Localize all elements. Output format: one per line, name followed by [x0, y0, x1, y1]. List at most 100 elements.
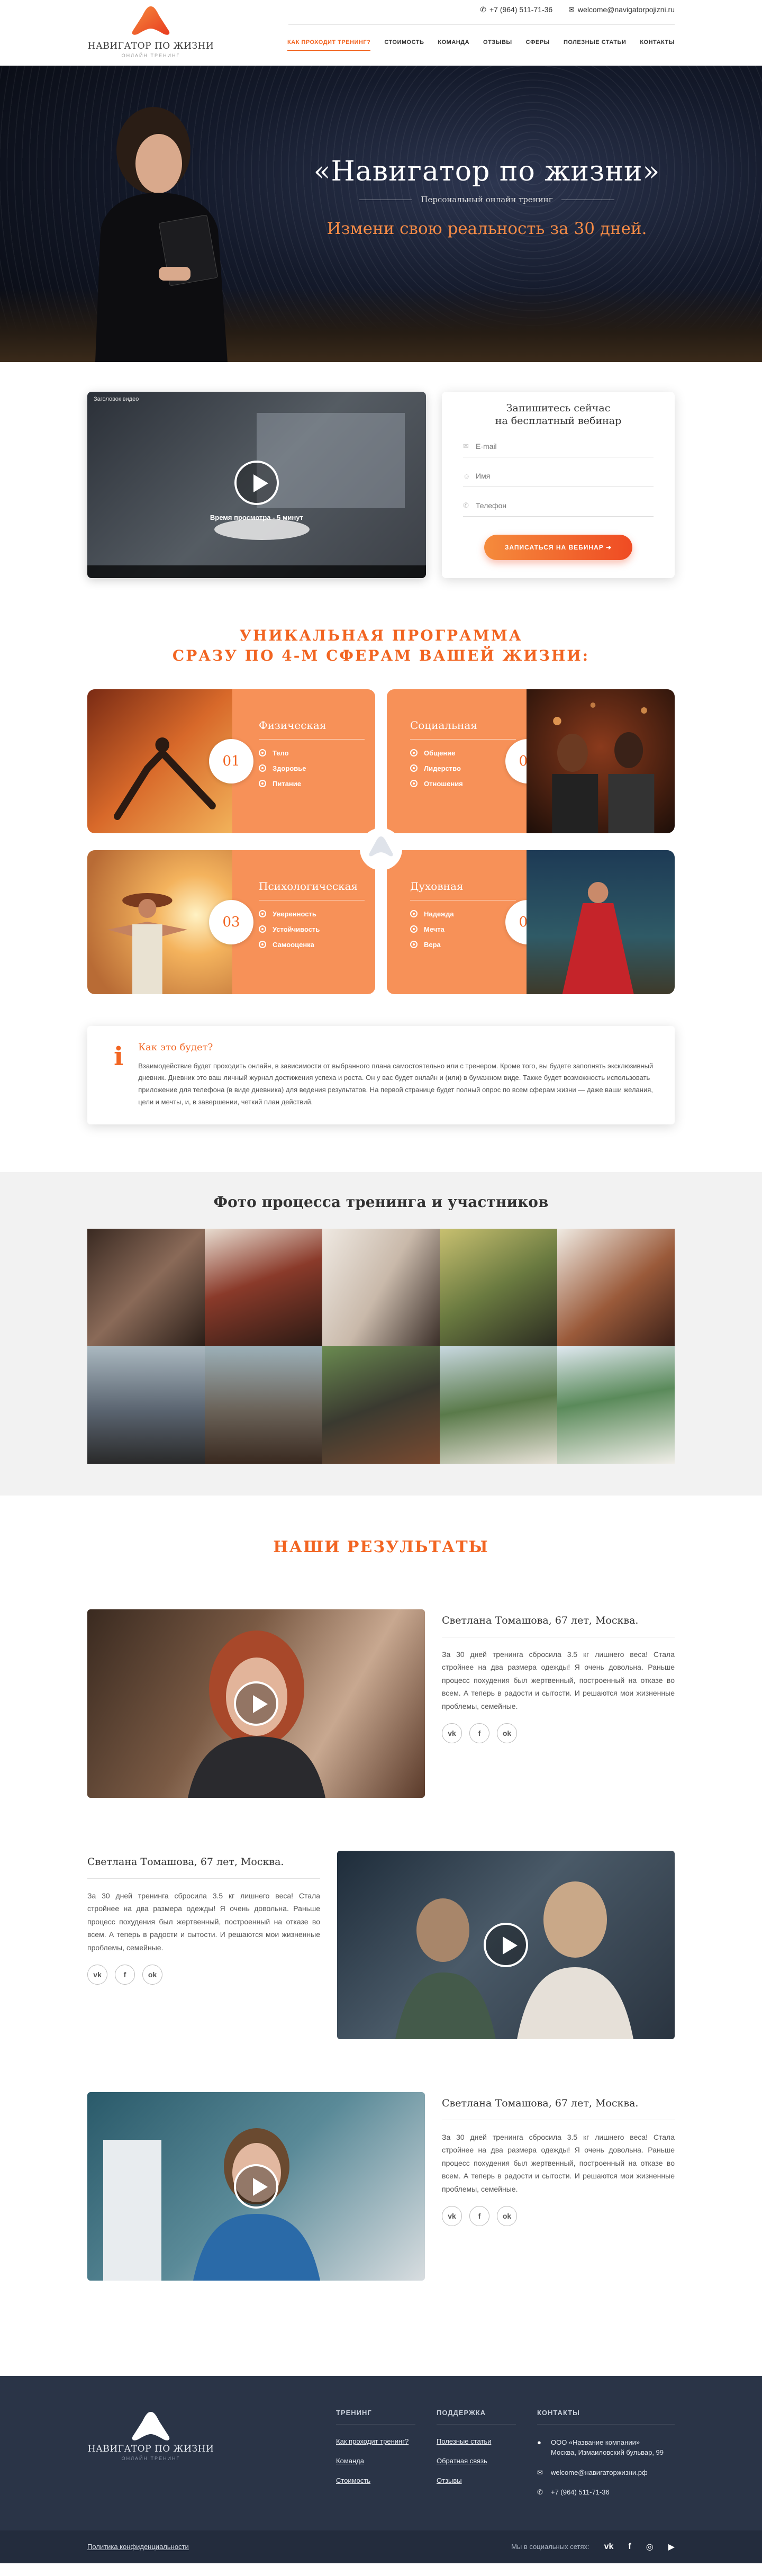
footer-link-reviews[interactable]: Отзывы: [437, 2476, 516, 2484]
mail-icon: ✉: [568, 5, 575, 14]
form-title: Запишитесь сейчас на бесплатный вебинар: [463, 402, 654, 428]
phone-input[interactable]: [476, 501, 654, 510]
footer-logo[interactable]: НАВИГАТОР ПО ЖИЗНИ онлайн тренинг: [87, 2411, 214, 2461]
gallery-photo[interactable]: [557, 1228, 675, 1346]
footer-phone[interactable]: ✆ +7 (964) 511-71-36: [537, 2487, 675, 2498]
footer-link-how[interactable]: Как проходит тренинг?: [336, 2437, 415, 2445]
footer-link-price[interactable]: Стоимость: [336, 2476, 415, 2484]
sphere-card-social[interactable]: Социальная Общение Лидерство Отношения 0…: [387, 689, 675, 833]
gallery-photo[interactable]: [87, 1228, 205, 1346]
nav-contacts[interactable]: Контакты: [640, 39, 675, 51]
center-logo-icon: [360, 827, 402, 870]
header-phone[interactable]: ✆ +7 (964) 511-71-36: [480, 5, 552, 14]
info-icon: i: [114, 1041, 124, 1071]
sphere-item: Надежда: [410, 910, 516, 918]
footer-phone-text: +7 (964) 511-71-36: [551, 2488, 610, 2497]
vk-icon[interactable]: vk: [604, 2542, 614, 2552]
result-socials: vk f ok: [87, 1965, 320, 1985]
sphere-title: Духовная: [410, 880, 516, 900]
play-icon[interactable]: [484, 1922, 528, 1967]
youtube-icon[interactable]: ▶: [668, 2542, 675, 2552]
result-video[interactable]: [337, 1850, 675, 2039]
signup-webinar-button[interactable]: Записаться на вебинар ➔: [484, 534, 632, 560]
intro-video[interactable]: Заголовок видео Время просмотра - 5 мину…: [87, 392, 426, 578]
gallery-photo[interactable]: [557, 1346, 675, 1464]
sphere-card-body: 03 Психологическая Уверенность Устойчиво…: [209, 850, 375, 994]
play-icon[interactable]: [234, 461, 279, 505]
odnoklassniki-icon[interactable]: ok: [142, 1965, 162, 1985]
sphere-item: Самооценка: [259, 941, 365, 949]
facebook-icon[interactable]: f: [469, 2206, 489, 2227]
gallery-photo[interactable]: [322, 1346, 440, 1464]
sphere-title: Психологическая: [259, 880, 365, 900]
sphere-item-label: Общение: [424, 749, 456, 757]
odnoklassniki-icon[interactable]: ok: [497, 2206, 517, 2227]
program-section: Уникальная программа сразу по 4-м сферам…: [0, 610, 762, 1156]
sphere-item: Лидерство: [410, 764, 516, 772]
gallery-photo[interactable]: [440, 1228, 557, 1346]
nav-articles[interactable]: Полезные статьи: [564, 39, 626, 51]
nav-how-it-works[interactable]: Как проходит тренинг?: [287, 39, 371, 51]
header-email[interactable]: ✉ welcome@navigatorpojizni.ru: [568, 5, 675, 14]
result-name: Светлана Томашова, 67 лет, Москва.: [442, 1615, 675, 1637]
play-icon[interactable]: [234, 2164, 278, 2209]
logo[interactable]: НАВИГАТОР ПО ЖИЗНИ онлайн тренинг: [87, 5, 214, 58]
photos-title: Фото процесса тренинга и участников: [213, 1193, 549, 1211]
result-text-block: Светлана Томашова, 67 лет, Москва. За 30…: [442, 1609, 675, 1744]
sphere-item: Питание: [259, 780, 365, 788]
footer-email[interactable]: ✉ welcome@навигаторжизни.рф: [537, 2467, 675, 2478]
gallery-photo[interactable]: [205, 1346, 322, 1464]
hero-woman-photo: [95, 107, 228, 362]
sphere-items: Тело Здоровье Питание: [259, 749, 365, 788]
facebook-icon[interactable]: f: [628, 2542, 631, 2552]
hero-subtitle: Персональный онлайн тренинг: [421, 195, 553, 204]
footer-email-text: welcome@навигаторжизни.рф: [551, 2468, 648, 2476]
sphere-card-physical[interactable]: 01 Физическая Тело Здоровье Питание: [87, 689, 381, 833]
logo-title: НАВИГАТОР ПО ЖИЗНИ: [87, 41, 214, 51]
sphere-item: Общение: [410, 749, 516, 757]
gallery-photo[interactable]: [440, 1346, 557, 1464]
sphere-card-spiritual[interactable]: Духовная Надежда Мечта Вера 04: [387, 850, 675, 994]
nav-price[interactable]: Стоимость: [384, 39, 424, 51]
gallery-photo[interactable]: [322, 1228, 440, 1346]
vk-icon[interactable]: vk: [442, 2206, 462, 2227]
result-item: Светлана Томашова, 67 лет, Москва. За 30…: [87, 1850, 675, 2039]
main-nav: Как проходит тренинг? Стоимость Команда …: [287, 39, 675, 51]
vk-icon[interactable]: vk: [87, 1965, 107, 1985]
photos-section: Фото процесса тренинга и участников: [0, 1172, 762, 1496]
footer-link-feedback[interactable]: Обратная связь: [437, 2457, 516, 2465]
gallery-photo[interactable]: [87, 1346, 205, 1464]
nav-spheres[interactable]: Сферы: [526, 39, 550, 51]
nav-team[interactable]: Команда: [438, 39, 469, 51]
sphere-item-label: Надежда: [424, 909, 454, 918]
result-name: Светлана Томашова, 67 лет, Москва.: [442, 2097, 675, 2120]
bullet-icon: [410, 749, 418, 757]
facebook-icon[interactable]: f: [115, 1965, 135, 1985]
play-icon[interactable]: [234, 1681, 278, 1726]
footer-bottom-bar: Политика конфиденциальности Мы в социаль…: [0, 2530, 762, 2563]
sphere-items: Уверенность Устойчивость Самооценка: [259, 910, 365, 949]
header-contacts: ✆ +7 (964) 511-71-36 ✉ welcome@navigatorpo…: [480, 5, 675, 14]
footer-link-team[interactable]: Команда: [336, 2457, 415, 2465]
hero-slogan: Измени свою реальность за 30 дней.: [326, 219, 647, 238]
name-input[interactable]: [476, 472, 654, 480]
result-video[interactable]: [87, 1609, 425, 1798]
email-input[interactable]: [476, 442, 654, 451]
result-video[interactable]: [87, 2092, 425, 2281]
logo-mark-icon: [132, 6, 170, 35]
facebook-icon[interactable]: f: [469, 1723, 489, 1744]
sphere-item: Тело: [259, 749, 365, 757]
instagram-icon[interactable]: ◎: [646, 2542, 654, 2552]
footer-link-articles[interactable]: Полезные статьи: [437, 2437, 516, 2445]
nav-reviews[interactable]: Отзывы: [483, 39, 512, 51]
sphere-card-psychological[interactable]: 03 Психологическая Уверенность Устойчиво…: [87, 850, 381, 994]
sphere-item-label: Мечта: [424, 925, 444, 933]
gallery-photo[interactable]: [205, 1228, 322, 1346]
bullet-icon: [259, 749, 266, 757]
vk-icon[interactable]: vk: [442, 1723, 462, 1744]
odnoklassniki-icon[interactable]: ok: [497, 1723, 517, 1744]
privacy-policy-link[interactable]: Политика конфиденциальности: [87, 2543, 189, 2551]
result-socials: vk f ok: [442, 1723, 675, 1744]
info-text: Взаимодействие будет проходить онлайн, в…: [138, 1061, 654, 1106]
video-controls[interactable]: [87, 565, 426, 578]
